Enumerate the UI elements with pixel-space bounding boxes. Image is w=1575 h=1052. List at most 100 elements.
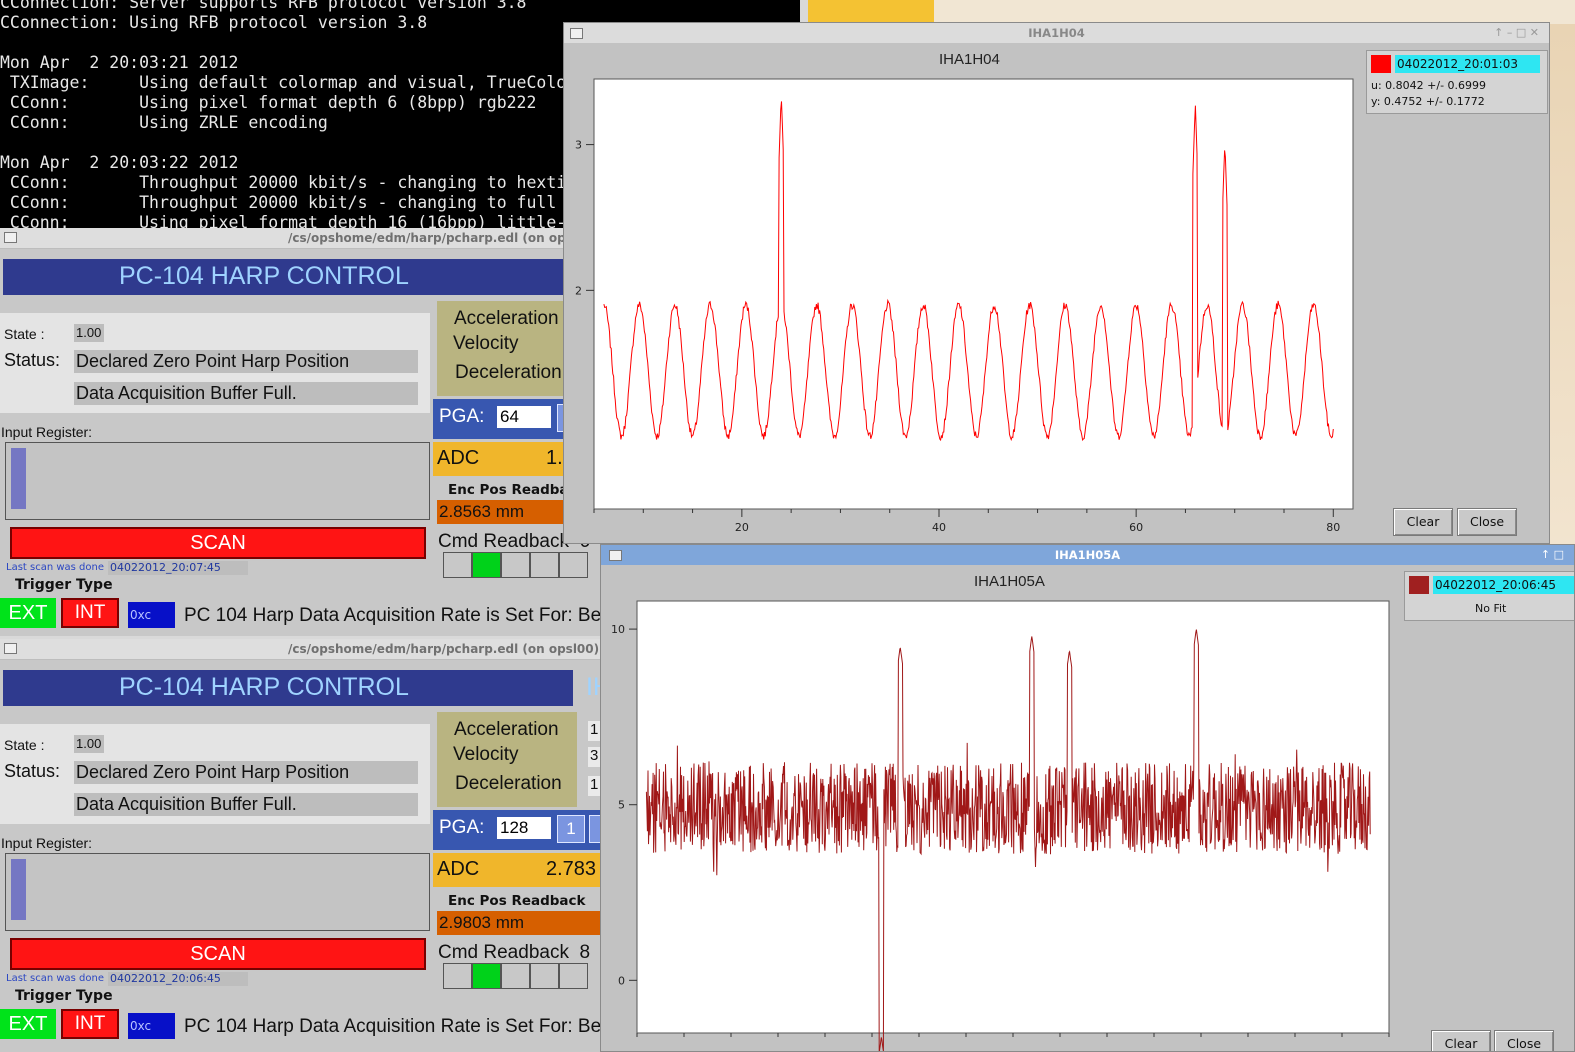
input-register-label: Input Register: xyxy=(1,835,93,851)
rate-text: PC 104 Harp Data Acquisition Rate is Set… xyxy=(184,605,605,626)
panel-title: PC-104 HARP CONTROL xyxy=(119,262,409,290)
rate-text: PC 104 Harp Data Acquisition Rate is Set… xyxy=(184,1016,605,1037)
fit-y-value: y: 0.4752 +/- 0.1772 xyxy=(1371,95,1485,108)
legend-swatch[interactable] xyxy=(1409,576,1429,594)
desktop-background xyxy=(934,0,1575,24)
status-value-2: Data Acquisition Buffer Full. xyxy=(74,382,418,405)
last-scan-label: Last scan was done xyxy=(6,973,105,984)
deceleration-label: Deceleration xyxy=(455,362,562,383)
fit-u-value: u: 0.8042 +/- 0.6999 xyxy=(1371,79,1487,92)
readback-cell xyxy=(559,552,588,578)
readback-cell xyxy=(530,552,559,578)
desktop-background xyxy=(808,0,934,24)
plot-area[interactable]: 0 5 10 xyxy=(601,545,1575,1052)
x-tick-label: 60 xyxy=(1129,521,1143,534)
input-register-bar xyxy=(11,448,26,509)
pga-label: PGA: xyxy=(439,817,485,838)
window-titlebar[interactable]: /cs/opshome/edm/harp/pcharp.edl (on op xyxy=(0,228,605,249)
readback-cell xyxy=(501,963,530,989)
pga-input[interactable]: 128 xyxy=(497,817,551,839)
panel-banner: PC-104 HARP CONTROL xyxy=(3,259,573,295)
terminal-line: Mon Apr 2 20:03:21 2012 xyxy=(0,53,239,72)
terminal-line: CConn: Using ZRLE encoding xyxy=(0,113,328,132)
pga-input[interactable]: 64 xyxy=(497,406,551,428)
terminal-line: CConn: Throughput 20000 kbit/s - changin… xyxy=(0,193,557,212)
readback-cell xyxy=(501,552,530,578)
window-menu-icon[interactable] xyxy=(4,232,17,243)
acceleration-label: Acceleration xyxy=(454,719,559,740)
y-tick-label: 2 xyxy=(575,284,582,297)
input-register-bar xyxy=(11,859,26,920)
scan-button[interactable]: SCAN xyxy=(10,938,426,970)
legend-swatch[interactable] xyxy=(1371,55,1391,73)
trigger-type-label: Trigger Type xyxy=(15,577,113,593)
harp-control-panel: /cs/opshome/edm/harp/pcharp.edl (on opsl… xyxy=(0,639,605,1052)
close-button[interactable]: Close xyxy=(1494,1030,1554,1051)
last-scan-label: Last scan was done xyxy=(6,562,105,573)
window-menu-icon[interactable] xyxy=(4,643,17,654)
pga-label: PGA: xyxy=(439,406,485,427)
ext-trigger-button[interactable]: EXT xyxy=(0,598,56,628)
terminal-line: CConn: Using pixel format depth 6 (8bpp)… xyxy=(0,93,537,112)
clear-button[interactable]: Clear xyxy=(1393,508,1453,536)
input-register-display xyxy=(5,442,430,520)
status-label: Status: xyxy=(4,761,61,781)
last-scan-value: 04022012_20:06:45 xyxy=(108,972,248,986)
adc-value: 1. xyxy=(546,447,563,469)
legend-box: 04022012_20:01:03 u: 0.8042 +/- 0.6999 y… xyxy=(1366,50,1548,114)
terminal-line: CConn: Throughput 20000 kbit/s - changin… xyxy=(0,173,567,192)
adc-box: ADC 2.783 xyxy=(433,853,603,887)
cmd-readback-text: Cmd Readback xyxy=(438,942,569,963)
int-trigger-button[interactable]: INT xyxy=(61,598,119,628)
state-value: 1.00 xyxy=(74,735,104,753)
trigger-type-label: Trigger Type xyxy=(15,988,113,1004)
state-label: State : xyxy=(4,326,45,342)
pga-button[interactable]: 1 xyxy=(557,815,585,843)
x-tick-label: 40 xyxy=(932,521,946,534)
pga-box: PGA: 128 1 xyxy=(433,810,605,850)
velocity-label: Velocity xyxy=(453,333,519,354)
ext-trigger-button[interactable]: EXT xyxy=(0,1009,56,1039)
readback-cell xyxy=(559,963,588,989)
y-tick-label: 5 xyxy=(618,799,625,812)
trigger-hex-value: 0xc xyxy=(128,602,175,628)
status-value: Declared Zero Point Harp Position xyxy=(74,761,418,784)
readback-cells xyxy=(443,963,588,989)
close-button[interactable]: Close xyxy=(1457,508,1517,536)
y-tick-label: 3 xyxy=(575,139,582,152)
scan-button[interactable]: SCAN xyxy=(10,527,426,559)
input-register-display xyxy=(5,853,430,931)
state-label: State : xyxy=(4,737,45,753)
window-title: /cs/opshome/edm/harp/pcharp.edl (on opsl… xyxy=(288,642,600,656)
velocity-label: Velocity xyxy=(453,744,519,765)
panel-banner: PC-104 HARP CONTROL IH xyxy=(3,670,605,706)
legend-name[interactable]: 04022012_20:01:03 xyxy=(1395,55,1540,73)
clear-button[interactable]: Clear xyxy=(1431,1030,1491,1051)
x-tick-label: 80 xyxy=(1326,521,1340,534)
x-tick-label: 20 xyxy=(735,521,749,534)
harp-control-panel: /cs/opshome/edm/harp/pcharp.edl (on op PC… xyxy=(0,228,605,636)
terminal-line: CConnection: Server supports RFB protoco… xyxy=(0,0,527,12)
cmd-readback-value: 8 xyxy=(579,942,591,963)
window-titlebar[interactable]: /cs/opshome/edm/harp/pcharp.edl (on opsl… xyxy=(0,639,605,660)
terminal-line: TXImage: Using default colormap and visu… xyxy=(0,73,567,92)
plot-background xyxy=(593,78,1354,510)
legend-name[interactable]: 04022012_20:06:45 xyxy=(1433,576,1574,594)
status-value-2: Data Acquisition Buffer Full. xyxy=(74,793,418,816)
y-tick-label: 0 xyxy=(618,974,625,987)
cmd-readback-text: Cmd Readback xyxy=(438,531,569,552)
input-register-label: Input Register: xyxy=(1,424,93,440)
adc-label: ADC xyxy=(437,447,480,469)
last-scan-value: 04022012_20:07:45 xyxy=(108,561,248,575)
acceleration-label: Acceleration xyxy=(454,308,559,329)
enc-pos-label: Enc Pos Readback xyxy=(448,893,586,909)
plot-window-iha1h05a: IHA1H05A ↑ □ IHA1H05A 0 5 10 04022012_20:0… xyxy=(600,544,1575,1052)
readback-cell xyxy=(472,963,501,989)
status-label: Status: xyxy=(4,350,61,370)
readback-cell xyxy=(472,552,501,578)
readback-cell xyxy=(443,963,472,989)
int-trigger-button[interactable]: INT xyxy=(61,1009,119,1039)
cmd-readback-label: Cmd Readback 8 xyxy=(438,942,590,964)
panel-title: PC-104 HARP CONTROL xyxy=(119,673,409,701)
adc-value: 2.783 xyxy=(546,858,597,880)
